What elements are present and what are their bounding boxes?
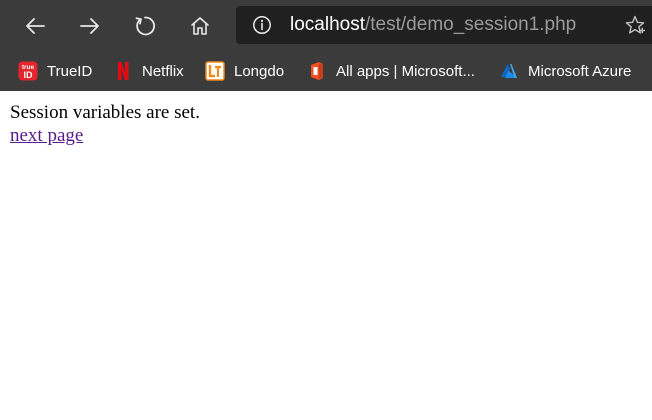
bookmark-trueid[interactable]: true ID TrueID: [18, 57, 92, 85]
bookmark-label: Netflix: [142, 62, 184, 80]
back-arrow-icon: [26, 18, 45, 34]
back-button[interactable]: [17, 8, 53, 44]
forward-button[interactable]: [72, 8, 108, 44]
bookmark-label: Microsoft Azure: [528, 62, 632, 80]
browser-toolbar: localhost/test/demo_session1.php: [0, 0, 652, 50]
forward-arrow-icon: [80, 18, 99, 34]
bookmark-label: TrueID: [47, 62, 93, 80]
home-icon: [191, 17, 209, 35]
bookmark-netflix[interactable]: Netflix: [113, 57, 184, 85]
star-icon[interactable]: [624, 14, 646, 36]
next-page-link[interactable]: next page: [10, 125, 83, 146]
url-path: /test/demo_session1.php: [365, 14, 577, 35]
bookmark-all-apps[interactable]: All apps | Microsoft...: [307, 57, 475, 85]
url-host: localhost: [290, 14, 365, 35]
longdo-icon: [205, 61, 225, 81]
bookmark-label: All apps | Microsoft...: [336, 62, 475, 80]
session-message: Session variables are set.: [10, 102, 200, 123]
bookmark-label: Longdo: [234, 62, 285, 80]
home-button[interactable]: [182, 8, 218, 44]
svg-text:ID: ID: [24, 70, 34, 80]
address-bar[interactable]: localhost/test/demo_session1.php: [236, 6, 652, 44]
bookmarks-bar: true ID TrueID Netflix Longdo All apps |…: [0, 50, 652, 91]
netflix-icon: [113, 61, 133, 81]
page-content: Session variables are set. next page: [10, 101, 200, 147]
info-icon[interactable]: [252, 15, 272, 35]
microsoft-office-icon: [307, 61, 327, 81]
trueid-icon: true ID: [18, 61, 38, 81]
refresh-button[interactable]: [127, 8, 163, 44]
bookmark-longdo[interactable]: Longdo: [205, 57, 284, 85]
refresh-icon: [135, 16, 156, 36]
bookmark-azure[interactable]: Microsoft Azure: [499, 57, 631, 85]
azure-icon: [499, 61, 519, 81]
browser-chrome: localhost/test/demo_session1.php true ID…: [0, 0, 652, 91]
url-text[interactable]: localhost/test/demo_session1.php: [290, 13, 576, 37]
